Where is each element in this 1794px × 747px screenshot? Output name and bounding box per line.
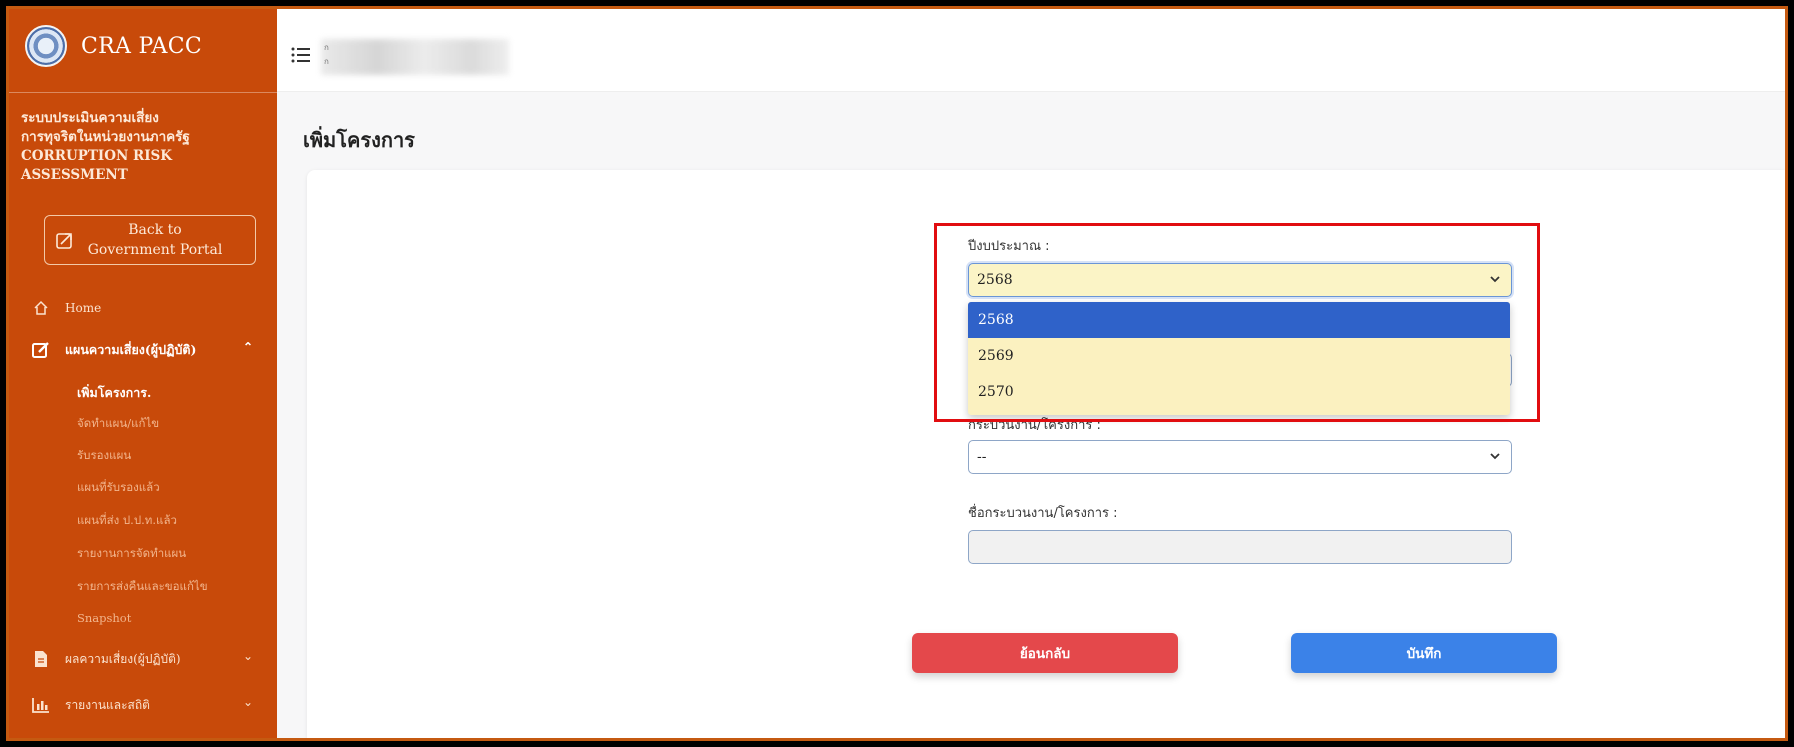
fiscal-year-select[interactable]: 2568 <box>968 263 1512 297</box>
process-name-input[interactable] <box>968 530 1512 564</box>
sidebar-subitem-approve-plan[interactable]: รับรองแผน <box>77 447 131 465</box>
chevron-down-icon: ⌄ <box>243 649 254 663</box>
home-icon <box>31 298 51 318</box>
brand[interactable]: CRA PACC <box>25 25 202 67</box>
external-link-icon <box>56 233 72 249</box>
system-title-line: การทุจริตในหน่วยงานภาครัฐ <box>21 129 190 145</box>
chevron-up-icon: ⌃ <box>243 340 254 354</box>
save-button[interactable]: บันทึก <box>1291 633 1557 673</box>
system-title-line: CORRUPTION RISK <box>21 148 173 164</box>
sidebar-item-risk-plan[interactable]: แผนความเสี่ยง(ผู้ปฏิบัติ) ⌃ <box>31 340 253 360</box>
page-title: เพิ่มโครงการ <box>303 128 415 152</box>
system-title-line: ASSESSMENT <box>21 167 128 183</box>
system-title: ระบบประเมินความเสี่ยง การทุจริตในหน่วยงา… <box>21 109 265 185</box>
dropdown-option[interactable]: 2568 <box>968 302 1510 338</box>
chevron-down-icon: ⌄ <box>243 695 254 709</box>
back-button[interactable]: ย้อนกลับ <box>912 633 1178 673</box>
document-icon <box>31 649 51 669</box>
menu-list-icon[interactable] <box>291 47 311 63</box>
edit-icon <box>31 340 51 360</box>
sidebar-subitem-plan-report[interactable]: รายงานการจัดทำแผน <box>77 545 186 563</box>
bar-chart-icon <box>31 695 51 715</box>
divider <box>9 92 277 93</box>
system-title-line: ระบบประเมินความเสี่ยง <box>21 110 159 126</box>
dropdown-option[interactable]: 2570 <box>968 374 1510 410</box>
sidebar-item-home[interactable]: Home <box>31 298 101 318</box>
user-info-line: ก <box>324 43 329 52</box>
fiscal-year-dropdown-list: 2568 2569 2570 <box>968 302 1510 415</box>
sidebar-subitem-sent-plans[interactable]: แผนที่ส่ง ป.ป.ท.แล้ว <box>77 512 177 530</box>
sidebar-item-label: ผลความเสี่ยง(ผู้ปฏิบัติ) <box>65 651 181 666</box>
fiscal-year-label: ปีงบประมาณ : <box>968 239 1050 254</box>
sidebar-item-label: แผนความเสี่ยง(ผู้ปฏิบัติ) <box>65 342 197 357</box>
user-info-line: ก <box>324 57 329 66</box>
sidebar-subitem-add-project[interactable]: เพิ่มโครงการ. <box>77 383 151 403</box>
user-info: ก ก <box>324 41 329 69</box>
user-info-blurred <box>321 39 509 75</box>
topbar: ก ก <box>277 9 1785 91</box>
sidebar: CRA PACC ระบบประเมินความเสี่ยง การทุจริต… <box>9 9 277 738</box>
sidebar-subitem-manage-plan[interactable]: จัดทำแผน/แก้ไข <box>77 415 159 433</box>
sidebar-item-label: Home <box>65 301 102 315</box>
chevron-down-icon <box>1490 453 1500 460</box>
process-name-label: ชื่อกระบวนงาน/โครงการ : <box>968 506 1118 521</box>
sidebar-item-risk-result[interactable]: ผลความเสี่ยง(ผู้ปฏิบัติ) ⌄ <box>31 649 253 669</box>
fiscal-year-value: 2568 <box>977 272 1013 288</box>
dropdown-option[interactable]: 2569 <box>968 338 1510 374</box>
sidebar-subitem-approved-plans[interactable]: แผนที่รับรองแล้ว <box>77 479 160 497</box>
chevron-down-icon <box>1490 276 1500 283</box>
back-to-portal-label: Back to Government Portal <box>87 222 223 258</box>
process-type-label: กระบวนงาน/โครงการ : <box>968 418 1101 433</box>
sidebar-item-label: รายงานและสถิติ <box>65 697 150 712</box>
logo-seal-icon <box>25 25 67 67</box>
sidebar-item-reports[interactable]: รายงานและสถิติ ⌄ <box>31 695 253 715</box>
sidebar-subitem-snapshot[interactable]: Snapshot <box>77 611 131 625</box>
process-type-value: -- <box>977 449 987 465</box>
app-window: CRA PACC ระบบประเมินความเสี่ยง การทุจริต… <box>6 6 1788 741</box>
brand-name: CRA PACC <box>81 33 203 59</box>
back-to-portal-button[interactable]: Back to Government Portal <box>44 215 256 265</box>
process-type-select[interactable]: -- <box>968 440 1512 474</box>
sidebar-subitem-returned-items[interactable]: รายการส่งคืนและขอแก้ไข <box>77 578 208 596</box>
